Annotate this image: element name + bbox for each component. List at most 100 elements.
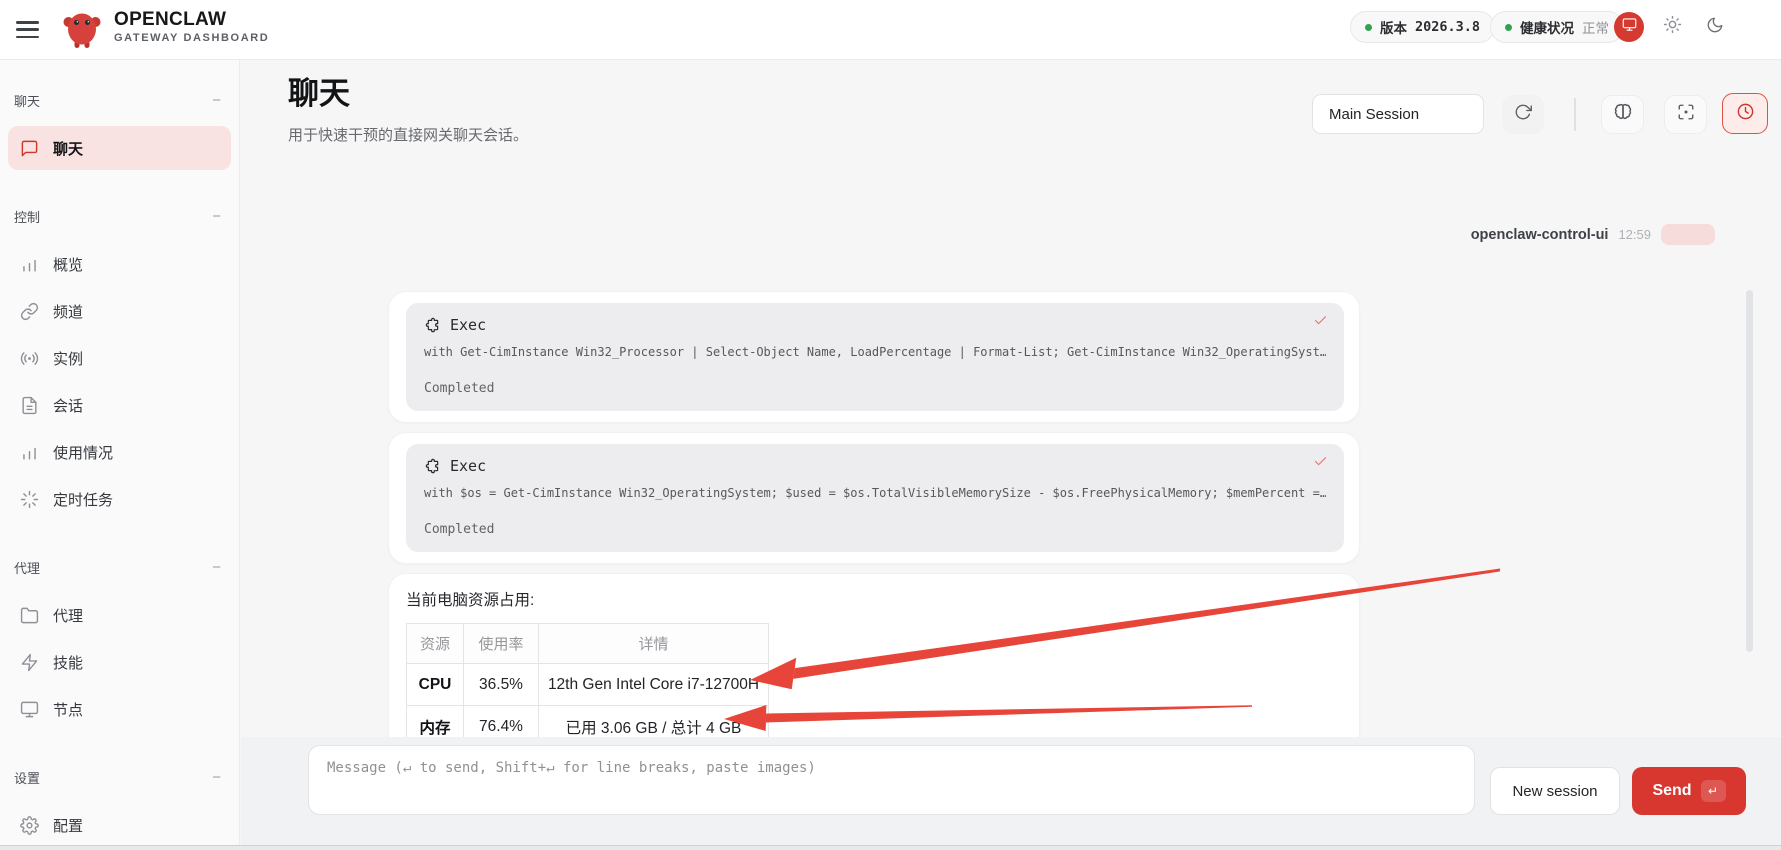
badge-value: 2026.3.8 [1415, 19, 1480, 35]
bar-chart-icon [20, 255, 39, 274]
sidebar-item-overview[interactable]: 概览 [8, 242, 231, 286]
sidebar-item-label: 配置 [53, 815, 83, 836]
send-button[interactable]: Send ↵ [1632, 767, 1746, 815]
sidebar-item-config[interactable]: 配置 [8, 803, 231, 847]
composer-bar: New session Send ↵ [241, 737, 1781, 850]
sidebar-section-label: 控制− [0, 206, 239, 226]
resource-table: 资源使用率详情CPU36.5%12th Gen Intel Core i7-12… [406, 623, 769, 748]
clock-button[interactable] [1722, 93, 1768, 134]
sidebar-item-label: 技能 [53, 652, 83, 673]
new-session-button[interactable]: New session [1490, 767, 1620, 815]
tool-call-card: Exec with Get-CimInstance Win32_Processor… [406, 303, 1344, 411]
monitor-icon [1622, 17, 1637, 32]
badge-value: 正常 [1582, 17, 1609, 37]
sidebar-item-channels[interactable]: 频道 [8, 289, 231, 333]
tool-success-check [1313, 313, 1328, 332]
message-bubble: 当前电脑资源占用: 资源使用率详情CPU36.5%12th Gen Intel … [388, 573, 1360, 763]
sidebar: 聊天 − 聊天控制− 概览频道实例会话使用情况定时任务代理 − 代理技能节点设置− 配置 [0, 60, 240, 850]
sidebar-item-skills[interactable]: 技能 [8, 640, 231, 684]
tool-command: with $os = Get-CimInstance Win32_Operati… [424, 486, 1326, 500]
sidebar-item-chat[interactable]: 聊天 [8, 126, 231, 170]
table-header: 资源 [407, 624, 464, 664]
sidebar-item-label: 概览 [53, 254, 83, 275]
page-subtitle: 用于快速干预的直接网关聊天会话。 [288, 124, 528, 145]
message-input[interactable] [308, 745, 1475, 815]
sidebar-item-instances[interactable]: 实例 [8, 336, 231, 380]
moon-icon[interactable] [1700, 12, 1730, 42]
tool-name: Exec [450, 457, 486, 475]
message-text: 当前电脑资源占用: [406, 588, 1342, 610]
brain-button[interactable] [1601, 95, 1644, 134]
chat-icon [20, 139, 39, 158]
sidebar-item-cron[interactable]: 定时任务 [8, 477, 231, 521]
top-header: OPENCLAW GATEWAY DASHBOARD 版本 2026.3.8 健… [0, 0, 1781, 60]
health-badge: 健康状况 正常 [1490, 11, 1624, 43]
page-title: 聊天 [288, 68, 350, 113]
table-cell: 12th Gen Intel Core i7-12700H [539, 664, 769, 706]
scrollbar-thumb[interactable] [1746, 290, 1753, 652]
message-stack: Exec with Get-CimInstance Win32_Processor… [388, 291, 1360, 763]
collapse-icon[interactable]: − [212, 208, 221, 225]
scan-button[interactable] [1664, 95, 1707, 134]
sidebar-section: 控制− 概览频道实例会话使用情况定时任务 [0, 206, 239, 521]
tool-name: Exec [450, 316, 486, 334]
brain-icon [1613, 102, 1633, 122]
sidebar-item-agents[interactable]: 代理 [8, 593, 231, 637]
refresh-button[interactable] [1502, 95, 1544, 134]
collapse-icon[interactable]: − [212, 92, 221, 109]
session-name-input[interactable] [1312, 94, 1484, 134]
divider [1574, 98, 1576, 131]
crab-mascot-icon [62, 8, 102, 52]
section-title: 代理 [14, 558, 40, 577]
sidebar-item-sessions[interactable]: 会话 [8, 383, 231, 427]
message-bubble-tool: Exec with $os = Get-CimInstance Win32_Ope… [388, 432, 1360, 564]
monitor-icon [20, 700, 39, 719]
status-dot [1505, 24, 1512, 31]
theme-switcher [1614, 12, 1730, 42]
gear-icon [20, 816, 39, 835]
file-icon [20, 396, 39, 415]
sidebar-section: 代理 − 代理技能节点 [0, 557, 239, 731]
table-header: 详情 [539, 624, 769, 664]
sidebar-item-label: 节点 [53, 699, 83, 720]
avatar [1661, 224, 1715, 245]
tool-status: Completed [424, 522, 1326, 537]
table-header: 使用率 [464, 624, 539, 664]
bar-chart-icon [20, 443, 39, 462]
send-label: Send [1652, 782, 1691, 800]
message-author: openclaw-control-ui [1471, 227, 1609, 243]
sidebar-nav: 聊天 − 聊天控制− 概览频道实例会话使用情况定时任务代理 − 代理技能节点设置− 配置 [0, 90, 239, 847]
brand-title: OPENCLAW [114, 10, 269, 29]
sun-icon[interactable] [1657, 12, 1687, 42]
collapse-icon[interactable]: − [212, 559, 221, 576]
tool-status: Completed [424, 381, 1326, 396]
tool-call-card: Exec with $os = Get-CimInstance Win32_Ope… [406, 444, 1344, 552]
hamburger-icon[interactable] [16, 21, 39, 38]
refresh-icon [1514, 103, 1532, 121]
display-icon[interactable] [1614, 12, 1644, 42]
tool-call-header: Exec [424, 316, 1326, 334]
tool-command: with Get-CimInstance Win32_Processor | S… [424, 345, 1326, 359]
sidebar-section-label: 设置− [0, 767, 239, 787]
tool-call-header: Exec [424, 457, 1326, 475]
sun-icon [1663, 15, 1682, 34]
sidebar-item-label: 会话 [53, 395, 83, 416]
sidebar-item-label: 实例 [53, 348, 83, 369]
zap-icon [20, 653, 39, 672]
sidebar-section-label: 代理 − [0, 557, 239, 577]
clock-icon [1736, 102, 1755, 121]
badge-label: 健康状况 [1520, 17, 1574, 37]
scan-icon [1677, 103, 1695, 121]
collapse-icon[interactable]: − [212, 769, 221, 786]
message-header: openclaw-control-ui 12:59 [1471, 224, 1715, 245]
check-icon [1313, 313, 1328, 328]
sidebar-item-nodes[interactable]: 节点 [8, 687, 231, 731]
section-title: 聊天 [14, 91, 40, 110]
sidebar-section-label: 聊天 − [0, 90, 239, 110]
puzzle-icon [424, 458, 440, 474]
brand-subtitle: GATEWAY DASHBOARD [114, 33, 269, 44]
link-icon [20, 302, 39, 321]
sidebar-item-usage[interactable]: 使用情况 [8, 430, 231, 474]
message-time: 12:59 [1618, 227, 1651, 242]
brand: OPENCLAW GATEWAY DASHBOARD [114, 10, 269, 44]
